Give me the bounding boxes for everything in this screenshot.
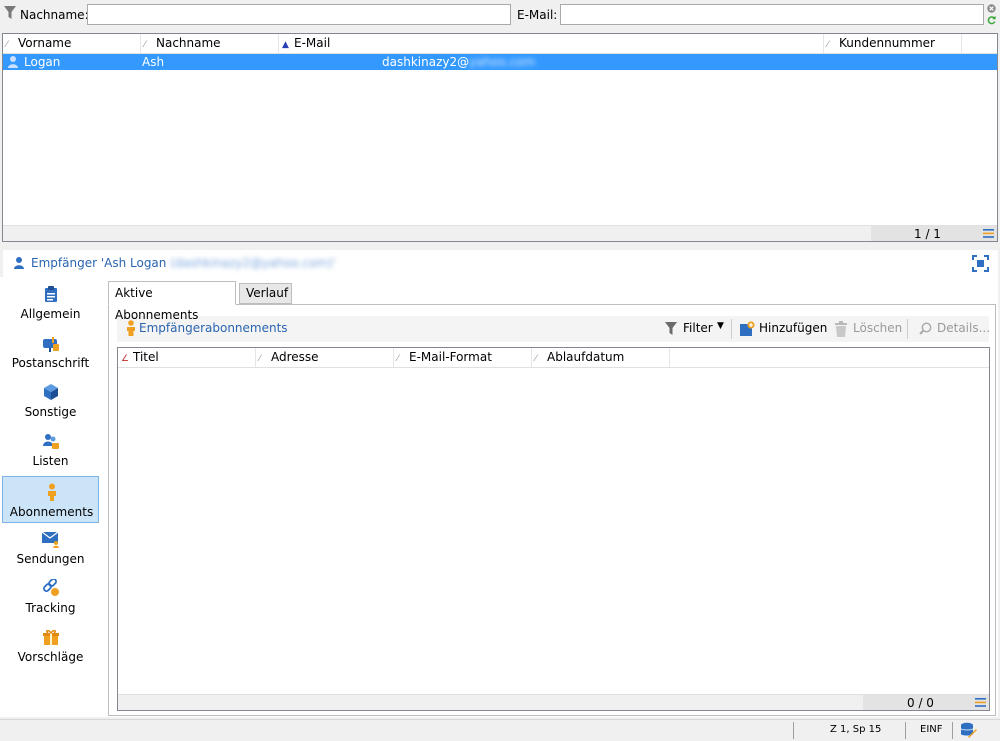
tracking-link-icon [42,579,60,597]
nav-item-sonstige[interactable]: Sonstige [2,377,99,424]
sort-none-icon: ⁄ [6,40,8,50]
subscriptions-toolbar: Empfängerabonnements Filter ▼ Hinzufügen… [117,316,990,342]
person-icon [7,55,19,69]
email-label: E-Mail: [517,8,558,22]
lastname-input[interactable] [87,4,511,25]
maximize-icon[interactable] [972,255,989,272]
sort-ascending-icon: ▲ [282,40,289,50]
cell-last-name: Ash [142,55,165,69]
nav-item-abonnements[interactable]: Abonnements [2,476,99,523]
add-button[interactable]: Hinzufügen [759,321,827,335]
nav-item-sendungen[interactable]: Sendungen [2,524,99,571]
nav-item-postanschrift[interactable]: Postanschrift [2,328,99,375]
person-icon [43,483,61,501]
tab-verlauf[interactable]: Verlauf [239,283,292,304]
column-header-title[interactable]: ∠ Titel [118,348,256,367]
funnel-icon[interactable] [4,6,16,20]
column-header-address[interactable]: ⁄ Adresse [256,348,394,367]
detail-panel: Aktive Abonnements Verlauf Empfängerabon… [104,277,998,717]
cube-icon [42,383,60,401]
sort-none-icon: ⁄ [397,354,399,364]
filter-button[interactable]: Filter [683,321,713,335]
refresh-icon[interactable] [987,15,996,25]
cell-email: dashkinazy2@yahoo.com [382,55,536,69]
chevron-down-icon[interactable]: ▼ [717,321,724,331]
sort-none-icon: ⁄ [827,40,829,50]
pager-bar: 1 / 1 [3,225,997,241]
grid-header: ⁄ Vorname ⁄ Nachname ▲ E-Mail ⁄ Kundennummer [3,34,997,54]
trash-icon [834,321,848,337]
column-header-first-name[interactable]: ⁄ Vorname [3,34,141,53]
magnifier-icon [919,322,932,335]
column-header-expiry-date[interactable]: ⁄ Ablaufdatum [532,348,670,367]
subscriptions-grid[interactable]: ∠ Titel ⁄ Adresse ⁄ E-Mail-Format ⁄ Ablaufda… [117,347,990,711]
tab-content: Empfängerabonnements Filter ▼ Hinzufügen… [108,304,996,716]
delete-button[interactable]: Löschen [853,321,902,335]
sort-none-icon: ⁄ [259,354,261,364]
database-icon[interactable] [960,722,977,739]
envelope-person-icon [42,530,60,548]
cell-first-name: Logan [24,55,61,69]
insert-mode: EINF [920,724,943,735]
column-header-email-format[interactable]: ⁄ E-Mail-Format [394,348,532,367]
mailbox-icon [42,334,60,352]
cursor-position: Z 1, Sp 15 [830,724,882,735]
clipboard-icon [42,285,60,303]
nav-item-tracking[interactable]: Tracking [2,573,99,620]
menu-lines-icon[interactable] [983,229,994,238]
table-row[interactable]: Logan Ash dashkinazy2@yahoo.com [3,54,997,70]
person-icon [13,256,25,270]
users-list-icon [42,432,60,450]
pager-bar: 0 / 0 [118,694,989,710]
column-header-email[interactable]: ▲ E-Mail [279,34,824,53]
status-bar: Z 1, Sp 15 EINF [0,719,1000,741]
filter-bar: Nachname: E-Mail: [0,0,1000,31]
lastname-label: Nachname: [20,8,89,22]
sort-none-icon: ⁄ [535,354,537,364]
nav-item-allgemein[interactable]: Allgemein [2,279,99,326]
column-header-last-name[interactable]: ⁄ Nachname [141,34,279,53]
sort-none-icon: ⁄ [144,40,146,50]
column-header-customer-number[interactable]: ⁄ Kundennummer [824,34,962,53]
clear-filter-icon[interactable] [987,4,996,13]
pager-count: 0 / 0 [907,696,934,710]
recipient-title: Empfänger 'Ash Logan (dashkinazy2@yahoo.… [31,256,336,270]
add-subscription-icon [739,321,755,337]
tab-aktive-abonnements[interactable]: Aktive Abonnements [108,281,236,322]
nav-item-listen[interactable]: Listen [2,426,99,473]
grid-header: ∠ Titel ⁄ Adresse ⁄ E-Mail-Format ⁄ Ablaufda… [118,348,989,368]
nav-item-vorschlaege[interactable]: Vorschläge [2,622,99,669]
left-navigation: Allgemein Postanschrift Sonstige Listen … [0,277,104,717]
menu-lines-icon[interactable] [975,698,986,707]
gift-icon [42,628,60,646]
recipient-header: Empfänger 'Ash Logan (dashkinazy2@yahoo.… [3,250,998,277]
recipients-grid[interactable]: ⁄ Vorname ⁄ Nachname ▲ E-Mail ⁄ Kundennummer… [2,33,998,242]
sort-none-icon: ∠ [121,354,130,364]
pager-count: 1 / 1 [914,227,941,241]
funnel-icon [665,322,677,336]
details-button[interactable]: Details... [937,321,990,335]
email-input[interactable] [560,4,984,25]
